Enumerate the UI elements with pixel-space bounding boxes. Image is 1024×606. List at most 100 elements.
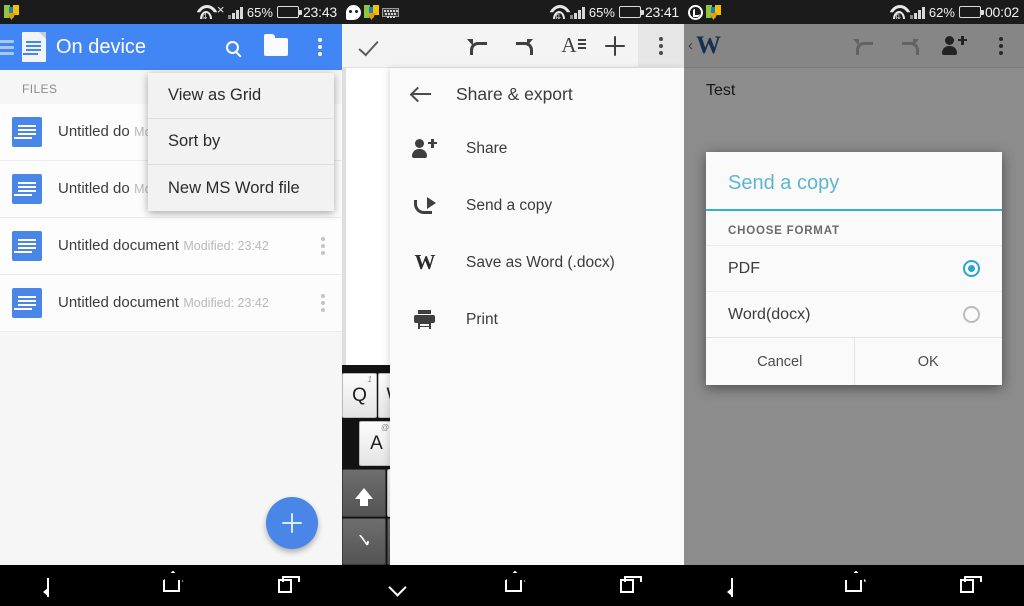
nav-recents-button[interactable] (570, 565, 684, 606)
nav-home-button[interactable] (114, 565, 228, 606)
menu-item-share[interactable]: Share (390, 120, 684, 177)
nav-home-button[interactable] (456, 565, 570, 606)
radio-option-label: Word(docx) (728, 305, 811, 323)
editor-toolbar: A (342, 23, 684, 68)
google-drive-multicolor-icon (706, 4, 721, 20)
recents-icon (960, 575, 983, 593)
swipe-gesture-icon: ✓ (356, 531, 372, 552)
docs-file-icon (12, 117, 42, 147)
radio-option-pdf[interactable]: PDF (706, 245, 1002, 291)
battery-percent: 65% (246, 4, 273, 20)
checkmark-icon (357, 35, 379, 56)
overflow-button[interactable] (298, 38, 342, 56)
status-system-icons: ⇅ 62% 00:02 (888, 4, 1024, 20)
nav-hide-keyboard-button[interactable] (342, 565, 456, 606)
ok-button[interactable]: OK (853, 338, 1003, 385)
nav-recents-button[interactable] (911, 565, 1024, 606)
wifi-icon: ⇅ (888, 5, 906, 20)
back-icon (730, 577, 751, 597)
radio-button-unselected[interactable] (963, 306, 980, 323)
menu-item-sort-by[interactable]: Sort by (148, 119, 334, 165)
file-modified: Modified: 23:42 (183, 296, 269, 310)
text-format-button[interactable]: A (546, 24, 592, 68)
status-notification-icons (342, 4, 548, 20)
share-panel-title: Share & export (456, 83, 573, 104)
wifi-icon: ⇅ (548, 5, 566, 20)
status-bar: ⇅ × 65% 23:43 (0, 0, 342, 24)
app-bar: On device (0, 24, 342, 70)
key-superscript: @ (380, 423, 389, 432)
google-drive-multicolor-icon (4, 4, 19, 20)
send-a-copy-dialog: Send a copy CHOOSE FORMAT PDF Word(docx)… (706, 152, 1002, 385)
redo-button[interactable] (500, 24, 546, 68)
row-overflow-button[interactable] (304, 294, 342, 312)
key-a[interactable]: @ A (359, 421, 394, 466)
plus-icon (605, 35, 625, 56)
three-panel-screenshot: ⇅ × 65% 23:43 On device FILES Untitled d… (0, 0, 1024, 606)
battery-percent: 65% (588, 4, 615, 20)
google-drive-multicolor-icon (364, 4, 379, 20)
hide-keyboard-icon (390, 581, 408, 591)
whatsapp-icon (688, 4, 703, 20)
keyboard-icon (382, 7, 399, 17)
menu-item-view-as-grid[interactable]: View as Grid (148, 73, 334, 119)
cancel-button[interactable]: Cancel (706, 338, 854, 385)
wifi-icon: ⇅ (195, 5, 213, 20)
status-clock: 23:41 (644, 4, 679, 20)
system-navigation-bar (0, 565, 342, 606)
menu-item-label: Send a copy (466, 196, 553, 214)
radio-button-selected[interactable] (963, 260, 980, 277)
shift-icon (355, 487, 373, 506)
nav-recents-button[interactable] (228, 565, 342, 606)
undo-button[interactable] (454, 24, 500, 68)
nav-back-button[interactable] (0, 565, 114, 606)
battery-icon (958, 6, 984, 18)
home-icon (845, 579, 863, 592)
more-vertical-icon (659, 36, 663, 55)
insert-button[interactable] (592, 24, 638, 68)
status-system-icons: ⇅ × 65% 23:43 (195, 3, 342, 20)
file-name: Untitled document (58, 294, 179, 311)
printer-icon (412, 310, 438, 329)
menu-item-send-a-copy[interactable]: Send a copy (390, 177, 684, 234)
menu-item-save-as-word[interactable]: W Save as Word (.docx) (390, 234, 684, 291)
key-swipe-input[interactable]: ✓ (342, 518, 386, 565)
more-vertical-icon (321, 237, 325, 255)
radio-option-word-docx[interactable]: Word(docx) (706, 291, 1002, 337)
file-name: Untitled do (58, 180, 130, 197)
home-icon (504, 579, 522, 592)
overflow-button[interactable] (638, 23, 684, 68)
key-q[interactable]: 1 Q (342, 373, 377, 418)
signal-bars-icon (228, 6, 243, 19)
overflow-menu: View as Grid Sort by New MS Word file (148, 73, 334, 211)
nav-back-button[interactable] (684, 565, 797, 606)
status-clock: 00:02 (984, 4, 1019, 20)
key-shift[interactable] (342, 469, 386, 517)
key-label: A (370, 432, 383, 454)
folder-button[interactable] (254, 34, 298, 56)
list-item[interactable]: Untitled document Modified: 23:42 (0, 275, 342, 332)
arrow-back-icon[interactable] (412, 86, 432, 102)
hamburger-menu-icon[interactable] (0, 39, 14, 55)
signal-bars-icon (570, 6, 585, 19)
menu-item-label: Print (466, 310, 498, 328)
done-button[interactable] (342, 35, 394, 56)
panel-word-send-a-copy: ⇅ 62% 00:02 ‹ W Test Send a copy CHOOSE … (684, 0, 1024, 606)
page-title: On device (56, 35, 147, 58)
dialog-actions: Cancel OK (706, 337, 1002, 385)
new-document-fab[interactable] (266, 497, 318, 549)
row-overflow-button[interactable] (304, 237, 342, 255)
file-modified: Modified: 23:42 (183, 239, 269, 253)
file-name: Untitled do (58, 123, 130, 140)
panel-google-docs-file-list: ⇅ × 65% 23:43 On device FILES Untitled d… (0, 0, 342, 606)
nav-home-button[interactable] (797, 565, 910, 606)
list-item[interactable]: Untitled document Modified: 23:42 (0, 218, 342, 275)
send-arrow-icon (412, 196, 438, 215)
menu-item-print[interactable]: Print (390, 291, 684, 348)
back-icon (47, 577, 67, 597)
file-name: Untitled document (58, 237, 179, 254)
search-button[interactable] (210, 40, 254, 54)
more-vertical-icon (318, 38, 322, 56)
system-navigation-bar (342, 565, 684, 606)
menu-item-new-ms-word-file[interactable]: New MS Word file (148, 165, 334, 211)
